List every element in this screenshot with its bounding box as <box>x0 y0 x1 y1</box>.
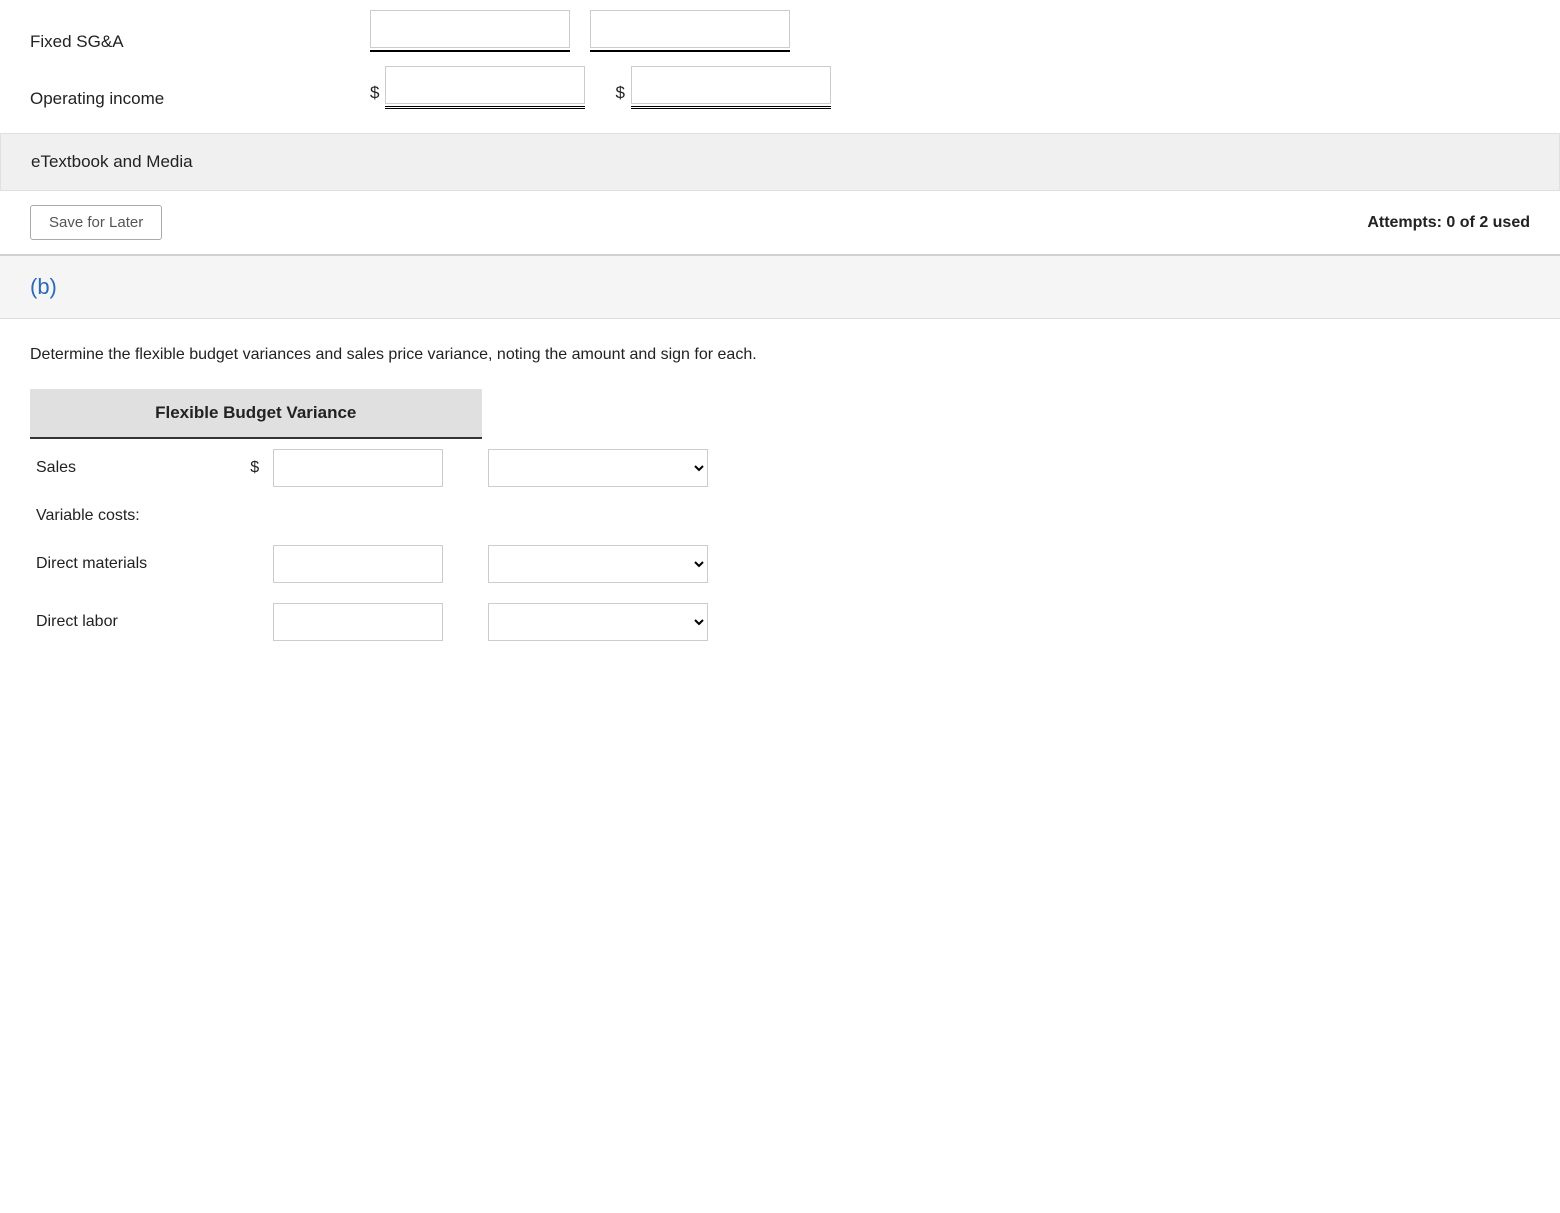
operating-income-underline-1 <box>385 106 585 109</box>
fixed-sga-row: Fixed SG&A <box>0 0 1560 52</box>
etextbook-label: eTextbook and Media <box>31 152 193 171</box>
sales-select-cell: Favorable (F) Unfavorable (U) <box>482 438 730 497</box>
variable-costs-label: Variable costs: <box>30 497 730 535</box>
fixed-sga-input-1[interactable] <box>370 10 570 48</box>
operating-income-field-2 <box>631 66 831 109</box>
section-b-label: (b) <box>30 274 57 299</box>
direct-materials-label: Direct materials <box>30 535 244 593</box>
sales-amount-input[interactable] <box>273 449 443 487</box>
operating-income-underline-2 <box>631 106 831 109</box>
section-b-header: (b) <box>0 256 1560 319</box>
fixed-sga-underline-1 <box>370 50 570 52</box>
attempts-label: Attempts: 0 of 2 used <box>1367 214 1530 232</box>
save-for-later-button[interactable]: Save for Later <box>30 205 162 240</box>
direct-materials-variance-select[interactable]: Favorable (F) Unfavorable (U) <box>488 545 708 583</box>
direct-materials-amount-input[interactable] <box>273 545 443 583</box>
save-attempts-row: Save for Later Attempts: 0 of 2 used <box>0 191 1560 254</box>
operating-income-field-1 <box>385 66 585 109</box>
etextbook-banner: eTextbook and Media <box>0 133 1560 191</box>
dollar-sign-2: $ <box>615 83 624 109</box>
direct-materials-spacer <box>462 535 482 593</box>
operating-income-input-2[interactable] <box>631 66 831 104</box>
direct-materials-select-cell: Favorable (F) Unfavorable (U) <box>482 535 730 593</box>
table-row: Variable costs: <box>30 497 730 535</box>
table-row: Direct materials Favorable (F) Unfavorab… <box>30 535 730 593</box>
fixed-sga-input-2[interactable] <box>590 10 790 48</box>
fbv-header-cell: Flexible Budget Variance <box>30 389 482 438</box>
direct-labor-input-cell <box>267 593 462 651</box>
direct-materials-dollar-cell <box>244 535 266 593</box>
operating-income-row: Operating income $ $ <box>0 52 1560 109</box>
operating-income-label: Operating income <box>30 89 370 109</box>
sales-variance-select[interactable]: Favorable (F) Unfavorable (U) <box>488 449 708 487</box>
fbv-header-row: Flexible Budget Variance <box>30 389 730 438</box>
instruction-text: Determine the flexible budget variances … <box>30 343 1530 367</box>
section-b-content: Determine the flexible budget variances … <box>0 319 1560 675</box>
dollar-sign-1: $ <box>370 83 379 109</box>
operating-income-input-1[interactable] <box>385 66 585 104</box>
direct-labor-label: Direct labor <box>30 593 244 651</box>
direct-materials-input-cell <box>267 535 462 593</box>
table-row: Direct labor Favorable (F) Unfavorable (… <box>30 593 730 651</box>
fixed-sga-label: Fixed SG&A <box>30 32 370 52</box>
direct-labor-amount-input[interactable] <box>273 603 443 641</box>
sales-label: Sales <box>30 438 244 497</box>
fixed-sga-field-1 <box>370 10 570 52</box>
sales-input-cell <box>267 438 462 497</box>
fbv-table: Flexible Budget Variance Sales $ Favorab… <box>30 389 730 651</box>
direct-labor-dollar-cell <box>244 593 266 651</box>
fixed-sga-underline-2 <box>590 50 790 52</box>
table-row: Sales $ Favorable (F) Unfavorable (U) <box>30 438 730 497</box>
direct-labor-spacer <box>462 593 482 651</box>
direct-labor-variance-select[interactable]: Favorable (F) Unfavorable (U) <box>488 603 708 641</box>
direct-labor-select-cell: Favorable (F) Unfavorable (U) <box>482 593 730 651</box>
sales-spacer <box>462 438 482 497</box>
fixed-sga-field-2 <box>590 10 790 52</box>
sales-dollar: $ <box>244 438 266 497</box>
